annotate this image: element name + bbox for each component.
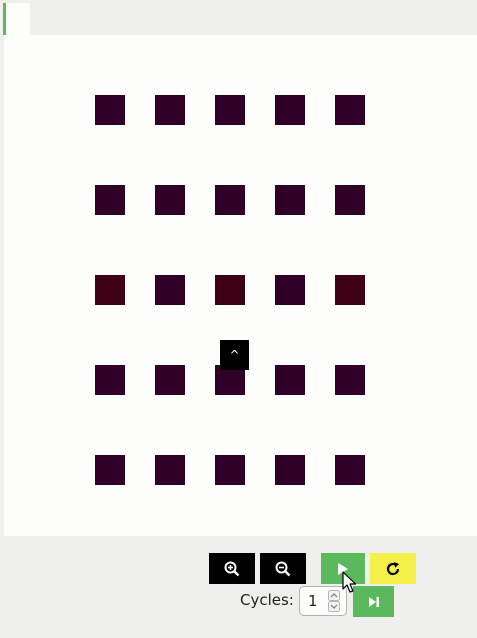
- grid-cell[interactable]: [275, 275, 305, 305]
- grid-cell[interactable]: [95, 185, 125, 215]
- tab-active[interactable]: [3, 3, 30, 35]
- reset-button[interactable]: [370, 553, 416, 584]
- grid-cell[interactable]: [215, 95, 245, 125]
- simulation-canvas[interactable]: ^: [4, 35, 477, 536]
- grid-cell[interactable]: [275, 365, 305, 395]
- grid-cell[interactable]: [95, 275, 125, 305]
- grid-cell[interactable]: [155, 185, 185, 215]
- spinner-icon[interactable]: [328, 590, 340, 612]
- zoom-out-button[interactable]: [260, 553, 306, 584]
- grid-cell[interactable]: [335, 275, 365, 305]
- grid-cell[interactable]: [155, 455, 185, 485]
- grid-cell[interactable]: [215, 185, 245, 215]
- zoom-in-icon: [224, 561, 240, 576]
- zoom-out-icon: [275, 561, 291, 576]
- grid-cell[interactable]: [335, 185, 365, 215]
- grid-cell[interactable]: [155, 365, 185, 395]
- grid-cell[interactable]: [215, 275, 245, 305]
- grid-cell[interactable]: [275, 185, 305, 215]
- cycles-label: Cycles:: [240, 591, 294, 609]
- grid-cell[interactable]: [155, 95, 185, 125]
- tab-strip: [0, 0, 477, 35]
- reset-icon: [386, 561, 400, 575]
- step-forward-icon: [368, 596, 379, 607]
- mouse-cursor-icon: [342, 571, 357, 593]
- grid-cell[interactable]: [95, 455, 125, 485]
- step-button[interactable]: [353, 586, 394, 617]
- zoom-in-button[interactable]: [209, 553, 255, 584]
- grid-cell[interactable]: [335, 95, 365, 125]
- grid-cell[interactable]: [335, 455, 365, 485]
- cycles-value: 1: [308, 592, 318, 610]
- grid-cell[interactable]: [335, 365, 365, 395]
- grid-cell[interactable]: [275, 455, 305, 485]
- hover-tooltip: ^: [220, 340, 249, 370]
- grid-cell[interactable]: [95, 95, 125, 125]
- grid-cell[interactable]: [95, 365, 125, 395]
- grid-cell[interactable]: [155, 275, 185, 305]
- grid-cell[interactable]: [215, 455, 245, 485]
- cycles-input[interactable]: 1: [299, 586, 347, 616]
- grid-cell[interactable]: [275, 95, 305, 125]
